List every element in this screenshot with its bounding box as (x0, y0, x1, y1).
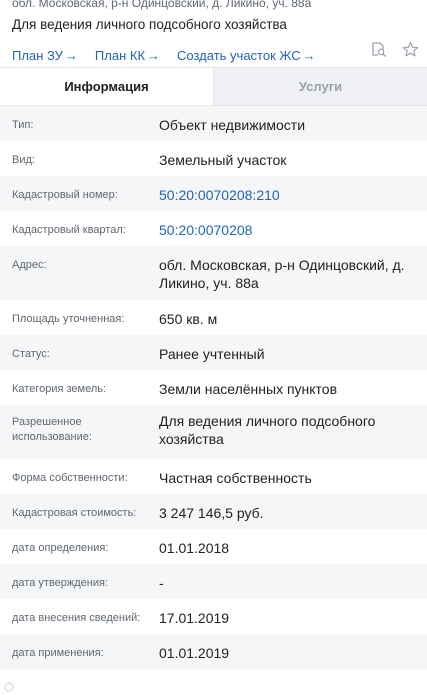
row-value: 01.01.2019 (159, 645, 230, 661)
header-actions (369, 40, 419, 58)
row-label: Разрешенное использование: (12, 416, 92, 443)
arrow-right-icon: → (64, 47, 78, 63)
info-row: Вид: Земельный участок (0, 141, 427, 176)
search-doc-icon[interactable] (369, 40, 387, 58)
row-label: Кадастровый квартал: (12, 224, 126, 236)
row-label: Категория земель: (12, 383, 107, 395)
row-label: Тип: (12, 119, 34, 131)
row-value: - (159, 575, 164, 591)
arrow-right-icon: → (147, 47, 161, 63)
row-value-link[interactable]: 50:20:0070208:210 (159, 176, 415, 211)
row-label: дата утверждения: (12, 577, 109, 589)
plan-zu-label: План ЗУ (12, 47, 63, 63)
header-links: План ЗУ → План КК → Создать участок ЖС → (12, 47, 415, 63)
row-value: Земли населённых пунктов (159, 381, 338, 397)
info-row: дата утверждения: - (0, 564, 427, 599)
info-row: Статус: Ранее учтенный (0, 335, 427, 370)
plan-kk-label: План КК (94, 47, 146, 63)
tab-services[interactable]: Услуги (214, 68, 427, 105)
tabs: Информация Услуги (0, 68, 427, 106)
info-row: Кадастровый номер: 50:20:0070208:210 (0, 176, 427, 211)
header-purpose: Для ведения личного подсобного хозяйства (12, 17, 287, 32)
row-label: дата определения: (12, 542, 109, 554)
row-label: Статус: (12, 348, 50, 360)
row-value: 01.01.2018 (159, 540, 230, 556)
create-plot-link[interactable]: Создать участок ЖС → (177, 48, 316, 63)
plan-kk-link[interactable]: План КК → (95, 48, 160, 63)
row-label: дата внесения сведений: (12, 612, 141, 624)
info-row: Кадастровый квартал: 50:20:0070208 (0, 211, 427, 246)
row-label: Вид: (12, 154, 35, 166)
info-row: дата внесения сведений: 17.01.2019 (0, 599, 427, 634)
row-label: Адрес: (12, 259, 47, 271)
row-label: Кадастровая стоимость: (12, 507, 137, 519)
info-row: дата применения: 01.01.2019 (0, 634, 427, 670)
star-icon[interactable] (401, 40, 419, 58)
row-label: дата применения: (12, 647, 104, 659)
plan-zu-link[interactable]: План ЗУ → (12, 48, 78, 63)
row-value: Земельный участок (159, 152, 287, 168)
info-row: Категория земель: Земли населённых пункто… (0, 370, 427, 405)
info-row: Тип: Объект недвижимости (0, 106, 427, 141)
row-value: Для ведения личного подсобного хозяйства (159, 413, 376, 447)
row-value: Объект недвижимости (159, 117, 306, 133)
row-value: Ранее учтенный (159, 346, 265, 362)
row-label: Кадастровый номер: (12, 189, 118, 201)
row-value: Частная собственность (159, 470, 312, 486)
info-row: Кадастровая стоимость: 3 247 146,5 руб. (0, 494, 427, 529)
info-row: Форма собственности: Частная собственност… (0, 459, 427, 494)
row-value-link[interactable]: 50:20:0070208 (159, 211, 415, 246)
row-value: обл. Московская, р-н Одинцовский, д. Лик… (159, 257, 405, 291)
create-plot-label: Создать участок ЖС (177, 47, 301, 63)
arrow-right-icon: → (302, 47, 316, 63)
watermark (4, 682, 18, 695)
header-address: обл. Московская, р-н Одинцовский, д. Лик… (12, 0, 312, 10)
info-table: Тип: Объект недвижимости Вид: Земельный уча… (0, 106, 427, 670)
row-value: 650 кв. м (159, 311, 218, 327)
object-header: обл. Московская, р-н Одинцовский, д. Лик… (0, 0, 427, 68)
info-row: Адрес: обл. Московская, р-н Одинцовский, … (0, 246, 427, 300)
row-value: 3 247 146,5 руб. (159, 505, 264, 521)
info-row: дата определения: 01.01.2018 (0, 529, 427, 564)
info-row: Разрешенное использование: Для ведения ли… (0, 405, 427, 459)
row-value: 17.01.2019 (159, 610, 230, 626)
row-label: Площадь уточненная: (12, 313, 125, 325)
tab-info[interactable]: Информация (0, 68, 214, 105)
info-row: Площадь уточненная: 650 кв. м (0, 300, 427, 335)
row-label: Форма собственности: (12, 472, 128, 484)
